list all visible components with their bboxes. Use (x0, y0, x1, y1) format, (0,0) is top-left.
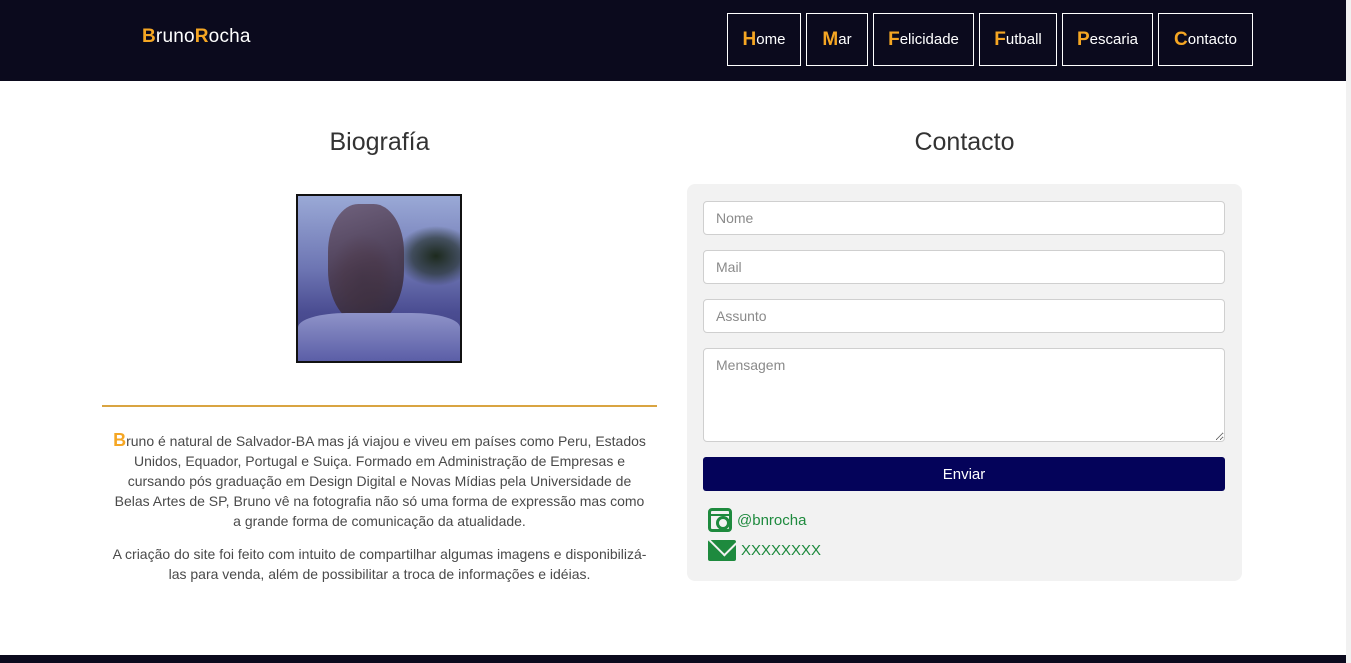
top-navbar: BrunoRocha Home Mar Felicidade Futball P… (0, 0, 1351, 81)
nav-initial: C (1174, 28, 1188, 50)
brand-initial-first: B (142, 26, 156, 47)
name-field[interactable] (703, 201, 1225, 235)
nav-label: ontacto (1187, 31, 1237, 48)
bio-paragraph-1-text: runo é natural de Salvador-BA mas já via… (114, 433, 646, 529)
nav-initial: M (822, 28, 839, 50)
nav-initial: P (1076, 28, 1090, 50)
bio-title: Biografía (329, 128, 430, 156)
photo-shirt (298, 313, 460, 361)
nav-label: utball (1005, 31, 1042, 48)
nav-label: ar (838, 31, 852, 48)
bio-paragraph-1: Bruno é natural de Salvador-BA mas já vi… (102, 430, 657, 531)
bio-divider (102, 405, 657, 407)
nav-item-pescaria[interactable]: Pescaria (1062, 13, 1153, 66)
profile-photo (296, 194, 462, 363)
brand-last-rest: ocha (208, 26, 251, 47)
mail-field[interactable] (703, 250, 1225, 284)
brand-logo[interactable]: BrunoRocha (142, 26, 251, 48)
email-address: XXXXXXXX (741, 542, 822, 559)
nav-item-mar[interactable]: Mar (806, 13, 868, 66)
photo-face (328, 204, 404, 324)
nav-initial: F (888, 28, 900, 50)
contact-title: Contacto (914, 128, 1015, 156)
nav-initial: F (994, 28, 1006, 50)
nav-label: ome (756, 31, 786, 48)
bio-drop-initial: B (113, 430, 127, 450)
brand-initial-last: R (194, 26, 209, 47)
instagram-handle: @bnrocha (737, 511, 807, 529)
instagram-icon (708, 508, 732, 532)
instagram-link[interactable]: @bnrocha (708, 508, 806, 532)
bio-paragraph-2: A criação do site foi feito com intuito … (112, 546, 647, 582)
nav-label: elicidade (899, 31, 959, 48)
subject-field[interactable] (703, 299, 1225, 333)
envelope-icon (708, 540, 736, 561)
nav-item-home[interactable]: Home (727, 13, 801, 66)
main-nav: Home Mar Felicidade Futball Pescaria Con… (727, 13, 1253, 66)
nav-item-contacto[interactable]: Contacto (1158, 13, 1253, 66)
footer-strip (0, 655, 1346, 663)
nav-item-futball[interactable]: Futball (979, 13, 1057, 66)
nav-item-felicidade[interactable]: Felicidade (873, 13, 974, 66)
page-scrollbar[interactable] (1346, 0, 1351, 663)
contact-form: Enviar @bnrocha XXXXXXXX (687, 184, 1242, 581)
nav-label: escaria (1089, 31, 1139, 48)
email-link[interactable]: XXXXXXXX (708, 540, 821, 561)
message-field[interactable] (703, 348, 1225, 442)
nav-initial: H (742, 28, 757, 50)
brand-first-rest: runo (155, 26, 195, 47)
send-button[interactable]: Enviar (703, 457, 1225, 491)
